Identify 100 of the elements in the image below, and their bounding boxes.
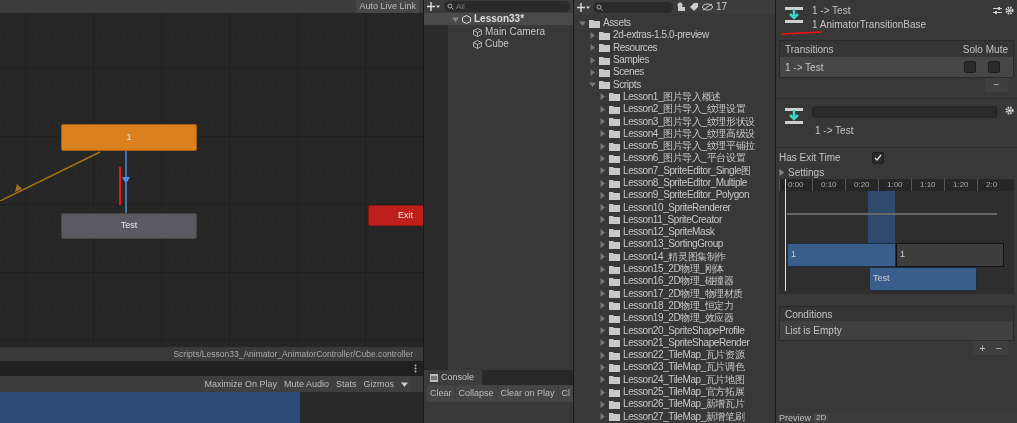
transition-timeline[interactable]: 0:00 0:10 0:20 1:00 1:10 1:20 2:0 1 1 Test — [779, 179, 1014, 294]
expanded-arrow-icon[interactable] — [579, 19, 586, 27]
folder-label[interactable]: Lesson14_精灵图集制作 — [623, 251, 726, 262]
solo-checkbox[interactable] — [964, 61, 976, 73]
folder-label[interactable]: Lesson26_TileMap_新增瓦片 — [623, 399, 745, 410]
collapsed-arrow-icon[interactable] — [599, 351, 606, 359]
expanded-arrow-icon[interactable] — [452, 15, 459, 23]
expanded-arrow-icon[interactable] — [589, 81, 596, 89]
folder-label[interactable]: Lesson12_SpriteMask — [623, 227, 715, 238]
more-options-icon[interactable] — [414, 364, 417, 373]
timeline-clip[interactable]: Test — [869, 267, 977, 291]
auto-live-link-button[interactable]: Auto Live Link — [356, 0, 419, 13]
folder-label[interactable]: Lesson3_图片导入_纹理形状设 — [623, 116, 755, 127]
collapsed-arrow-icon[interactable] — [599, 290, 606, 298]
folder-label[interactable]: Lesson2_图片导入_纹理设置 — [623, 104, 746, 115]
folder-label[interactable]: Lesson17_2D物理_物理材质 — [623, 288, 744, 299]
scene-row[interactable]: Lesson33* — [424, 13, 573, 25]
collapsed-arrow-icon[interactable] — [599, 216, 606, 224]
folder-label[interactable]: Lesson27_TileMap_新增笔刷 — [623, 411, 745, 422]
collapsed-arrow-icon[interactable] — [599, 253, 606, 261]
collapsed-arrow-icon[interactable] — [599, 363, 606, 371]
folder-label[interactable]: Scenes — [613, 67, 644, 78]
folder-label[interactable]: Lesson19_2D物理_效应器 — [623, 313, 734, 324]
settings-icon[interactable] — [1005, 6, 1014, 15]
timeline-clip[interactable]: 1 — [787, 243, 896, 267]
transition-arrow[interactable] — [0, 151, 102, 201]
folder-label[interactable]: Lesson6_图片导入_平台设置 — [623, 153, 746, 164]
console-tab[interactable]: Console — [424, 370, 482, 385]
collapsed-arrow-icon[interactable] — [599, 376, 606, 384]
folder-label[interactable]: Resources — [613, 42, 658, 53]
transition-row[interactable]: 1 -> Test — [780, 57, 1013, 77]
timeline-clip[interactable]: 1 — [896, 243, 1004, 267]
folder-label[interactable]: Lesson23_TileMap_瓦片调色 — [623, 362, 745, 373]
hierarchy-item[interactable]: Main Camera — [485, 27, 546, 37]
collapsed-arrow-icon[interactable] — [599, 191, 606, 199]
collapsed-arrow-icon[interactable] — [589, 31, 596, 39]
collapsed-arrow-icon[interactable] — [599, 339, 606, 347]
folder-label[interactable]: Lesson22_TileMap_瓦片资源 — [623, 350, 745, 361]
collapsed-arrow-icon[interactable] — [599, 130, 606, 138]
folder-label[interactable]: Lesson13_SortingGroup — [623, 239, 723, 250]
add-icon[interactable] — [577, 2, 590, 12]
console-button[interactable]: Collapse — [455, 385, 497, 402]
folder-label[interactable]: 2d-extras-1.5.0-preview — [613, 30, 709, 41]
console-button[interactable]: Clear — [427, 385, 455, 402]
console-button[interactable]: Clear on Play — [497, 385, 558, 402]
hierarchy-item[interactable]: Cube — [485, 39, 509, 49]
sliders-icon[interactable] — [993, 6, 1002, 15]
mute-checkbox[interactable] — [988, 61, 1000, 73]
folder-label[interactable]: Lesson5_图片导入_纹理平铺拉 — [623, 141, 755, 152]
collapsed-arrow-icon[interactable] — [599, 302, 606, 310]
collapsed-arrow-icon[interactable] — [599, 388, 606, 396]
add-button[interactable]: + — [979, 342, 986, 354]
state-node[interactable]: Test — [61, 213, 197, 239]
mode-button[interactable]: 2D — [814, 414, 829, 422]
folder-label[interactable]: Lesson18_2D物理_恒定力 — [623, 300, 734, 311]
collapsed-arrow-icon[interactable] — [599, 154, 606, 162]
settings-icon[interactable] — [1005, 106, 1014, 115]
transition-arrow[interactable] — [120, 151, 132, 213]
folder-label[interactable]: Assets — [603, 18, 631, 29]
has-exit-time-checkbox[interactable] — [872, 151, 884, 164]
folder-label[interactable]: Lesson21_SpriteShapeRender — [623, 337, 750, 348]
collapsed-arrow-icon[interactable] — [599, 400, 606, 408]
collapsed-arrow-icon[interactable] — [778, 168, 785, 176]
collapsed-arrow-icon[interactable] — [599, 179, 606, 187]
folder-label[interactable]: Lesson10_SpriteRenderer — [623, 202, 731, 213]
remove-button[interactable]: − — [985, 78, 1008, 92]
console-button[interactable]: Cl — [558, 385, 573, 402]
collapsed-arrow-icon[interactable] — [589, 44, 596, 52]
collapsed-arrow-icon[interactable] — [599, 105, 606, 113]
collapsed-arrow-icon[interactable] — [589, 56, 596, 64]
folder-label[interactable]: Samples — [613, 55, 650, 66]
folder-label[interactable]: Scripts — [613, 79, 641, 90]
remove-button[interactable]: − — [995, 342, 1002, 354]
folder-label[interactable]: Lesson9_SpriteEditor_Polygon — [623, 190, 750, 201]
folder-label[interactable]: Lesson7_SpriteEditor_Single图 — [623, 165, 751, 176]
collapsed-arrow-icon[interactable] — [599, 241, 606, 248]
state-node[interactable]: Exit — [368, 205, 423, 226]
collapsed-arrow-icon[interactable] — [599, 118, 606, 125]
collapsed-arrow-icon[interactable] — [599, 142, 606, 150]
dropdown-icon[interactable] — [401, 380, 408, 388]
search-field[interactable] — [593, 1, 673, 13]
collapsed-arrow-icon[interactable] — [599, 204, 606, 212]
folder-label[interactable]: Lesson8_SpriteEditor_Multiple — [623, 178, 748, 188]
collapsed-arrow-icon[interactable] — [599, 413, 606, 421]
collapsed-arrow-icon[interactable] — [599, 277, 606, 285]
settings-foldout[interactable]: Settings — [788, 164, 825, 180]
collapsed-arrow-icon[interactable] — [599, 93, 606, 101]
eye-hidden-icon[interactable] — [702, 3, 713, 11]
collapsed-arrow-icon[interactable] — [589, 68, 596, 76]
collapsed-arrow-icon[interactable] — [599, 314, 606, 322]
folder-label[interactable]: Lesson25_TileMap_官方拓展 — [623, 387, 745, 398]
folder-label[interactable]: Lesson15_2D物理_刚体 — [623, 264, 724, 275]
tag-icon[interactable] — [689, 2, 699, 12]
collapsed-arrow-icon[interactable] — [599, 265, 606, 273]
collapsed-arrow-icon[interactable] — [599, 167, 606, 175]
add-icon[interactable] — [427, 2, 440, 11]
folder-label[interactable]: Lesson24_TileMap_瓦片地图 — [623, 374, 745, 385]
folder-label[interactable]: Lesson1_图片导入概述 — [623, 91, 721, 102]
collapsed-arrow-icon[interactable] — [599, 327, 606, 335]
collapsed-arrow-icon[interactable] — [599, 228, 606, 236]
